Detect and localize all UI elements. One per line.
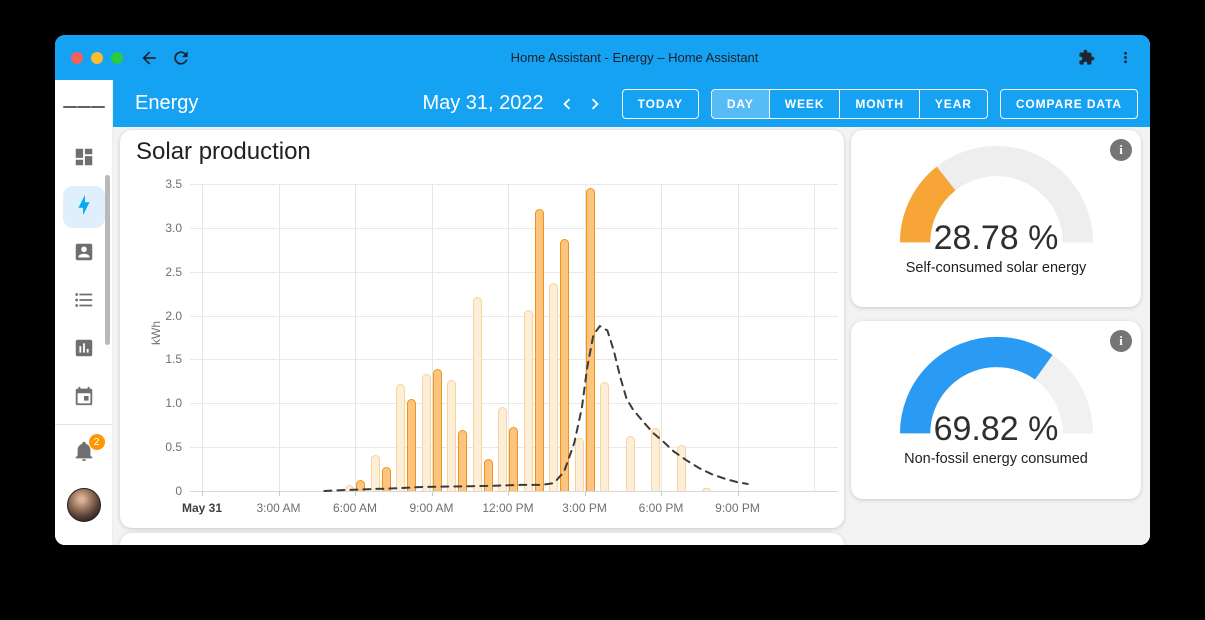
traffic-lights <box>71 52 123 64</box>
info-icon[interactable]: i <box>1110 330 1132 352</box>
today-button[interactable]: TODAY <box>622 89 699 119</box>
close-window-button[interactable] <box>71 52 83 64</box>
y-axis-tick-label: 0 <box>175 484 182 498</box>
user-avatar[interactable] <box>67 488 101 522</box>
y-axis-tick-label: 3.0 <box>165 221 182 235</box>
solar-production-chart: kWh 00.51.01.52.02.53.03.5May 313:00 AM6… <box>190 184 838 491</box>
page-title: Energy <box>135 92 198 115</box>
sidebar-item-map[interactable] <box>63 233 105 275</box>
x-axis-tick <box>202 491 203 496</box>
sidebar-item-energy[interactable] <box>63 186 105 228</box>
gauge-value: 69.82 % <box>894 410 1099 449</box>
person-box-icon <box>73 241 95 268</box>
y-axis-tick-label: 2.0 <box>165 309 182 323</box>
solar-forecast-line <box>190 184 838 491</box>
y-axis-tick-label: 1.5 <box>165 352 182 366</box>
x-axis-tick-label: 9:00 AM <box>409 501 453 515</box>
notification-badge: 2 <box>89 434 105 450</box>
maximize-window-button[interactable] <box>111 52 123 64</box>
x-axis-tick-label: 12:00 PM <box>482 501 533 515</box>
extensions-puzzle-icon[interactable] <box>1078 49 1095 66</box>
window-title: Home Assistant - Energy – Home Assistant <box>203 50 1066 65</box>
solar-production-card: Solar production kWh 00.51.01.52.02.53.0… <box>120 130 844 528</box>
y-axis-tick-label: 0.5 <box>165 440 182 454</box>
x-axis-tick-label: 3:00 PM <box>562 501 607 515</box>
previous-day-button[interactable] <box>554 91 580 117</box>
x-axis-tick-label: May 31 <box>182 501 222 515</box>
sidebar: 2 <box>55 80 113 545</box>
dashboard-icon <box>73 146 95 173</box>
x-axis-tick-label: 9:00 PM <box>715 501 760 515</box>
y-axis-tick-label: 2.5 <box>165 265 182 279</box>
sidebar-divider <box>55 424 112 425</box>
sidebar-menu-icon[interactable] <box>63 86 105 128</box>
period-month-button[interactable]: MONTH <box>840 90 920 118</box>
period-day-button[interactable]: DAY <box>712 90 770 118</box>
refresh-icon[interactable] <box>171 48 191 68</box>
sidebar-item-calendar[interactable] <box>63 377 105 419</box>
sidebar-item-overview[interactable] <box>63 138 105 180</box>
browser-titlebar: Home Assistant - Energy – Home Assistant <box>55 35 1150 80</box>
lightning-bolt-icon <box>73 194 95 221</box>
self-consumed-solar-card: i 28.78 % Self-consumed solar energy <box>851 130 1141 307</box>
y-axis-tick-label: 3.5 <box>165 177 182 191</box>
x-axis-tick <box>738 491 739 496</box>
y-axis-tick-label: 1.0 <box>165 396 182 410</box>
calendar-icon <box>73 385 95 412</box>
x-axis-tick-label: 3:00 AM <box>256 501 300 515</box>
minimize-window-button[interactable] <box>91 52 103 64</box>
app-header: Energy May 31, 2022 TODAY DAY WEEK MONTH… <box>113 80 1150 127</box>
x-axis-tick <box>279 491 280 496</box>
period-selector: DAY WEEK MONTH YEAR <box>711 89 988 119</box>
next-day-button[interactable] <box>582 91 608 117</box>
x-axis-tick <box>661 491 662 496</box>
non-fossil-energy-card: i 69.82 % Non-fossil energy consumed <box>851 321 1141 499</box>
compare-data-button[interactable]: COMPARE DATA <box>1000 89 1138 119</box>
sidebar-scrollbar-thumb[interactable] <box>105 175 110 345</box>
solar-gauge: 28.78 % <box>894 144 1099 250</box>
period-week-button[interactable]: WEEK <box>770 90 841 118</box>
non-fossil-gauge: 69.82 % <box>894 335 1099 441</box>
sidebar-item-logbook[interactable] <box>63 281 105 323</box>
next-card-edge <box>120 533 844 545</box>
period-year-button[interactable]: YEAR <box>920 90 987 118</box>
gauge-label: Self-consumed solar energy <box>906 260 1087 276</box>
sidebar-item-history[interactable] <box>63 329 105 371</box>
x-axis-tick <box>432 491 433 496</box>
y-axis-unit-label: kWh <box>149 321 163 345</box>
date-label: May 31, 2022 <box>422 92 543 115</box>
main-content: Solar production kWh 00.51.01.52.02.53.0… <box>113 127 1150 545</box>
back-icon[interactable] <box>139 48 159 68</box>
x-axis-tick <box>355 491 356 496</box>
horizontal-gridline <box>190 491 838 492</box>
x-axis-tick <box>508 491 509 496</box>
sidebar-notifications[interactable]: 2 <box>63 432 105 474</box>
browser-menu-icon[interactable] <box>1117 49 1134 66</box>
x-axis-tick-label: 6:00 PM <box>639 501 684 515</box>
app-window: Home Assistant - Energy – Home Assistant <box>55 35 1150 545</box>
x-axis-tick <box>585 491 586 496</box>
gauge-value: 28.78 % <box>894 219 1099 258</box>
gauge-label: Non-fossil energy consumed <box>904 451 1088 467</box>
bar-chart-box-icon <box>73 337 95 364</box>
chart-title: Solar production <box>136 136 838 166</box>
x-axis-tick-label: 6:00 AM <box>333 501 377 515</box>
list-icon <box>73 289 95 316</box>
info-icon[interactable]: i <box>1110 139 1132 161</box>
